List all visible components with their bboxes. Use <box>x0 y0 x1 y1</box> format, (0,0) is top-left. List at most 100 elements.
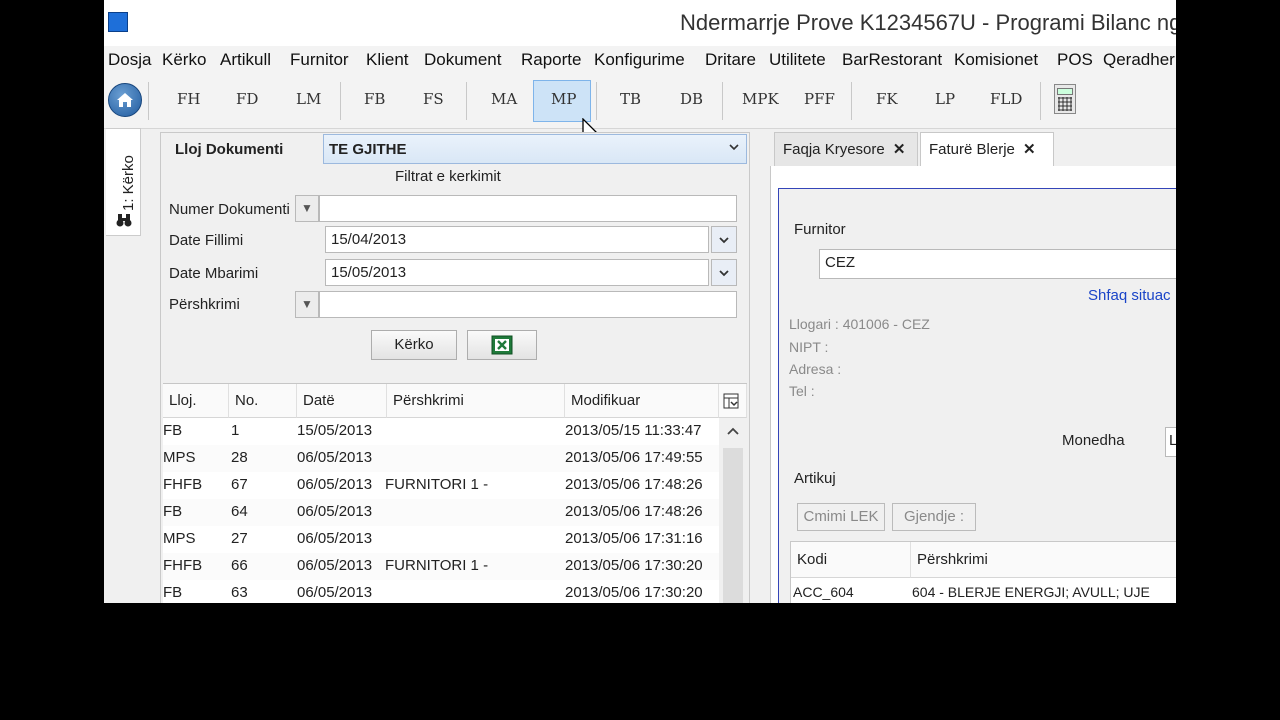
cell-date: 06/05/2013 <box>297 449 373 466</box>
table-row[interactable]: MPS 28 06/05/2013 2013/05/06 17:49:55 <box>163 445 719 472</box>
tab-fature-blerje[interactable]: Faturë Blerje ✕ <box>920 132 1054 166</box>
invoice-form: Furnitor CEZ Shfaq situac Llogari : 4010… <box>778 188 1176 603</box>
column-header-item-description[interactable]: Përshkrimi <box>911 542 1176 578</box>
toolbar-fs-button[interactable]: FS <box>423 90 444 108</box>
items-table-row[interactable]: ACC_604 604 - BLERJE ENERGJI; AVULL; UJE <box>791 578 1176 603</box>
home-button[interactable] <box>108 83 142 117</box>
start-date-picker-button[interactable] <box>711 226 737 253</box>
column-header-description[interactable]: Përshkrimi <box>387 384 565 418</box>
supplier-input[interactable]: CEZ <box>819 249 1176 279</box>
doc-type-select[interactable]: TE GJITHE <box>323 134 747 164</box>
cell-type: FHFB <box>163 476 203 493</box>
close-icon[interactable]: ✕ <box>1023 141 1036 158</box>
tab-label: Faqja Kryesore <box>783 141 885 158</box>
menu-utilitete[interactable]: Utilitete <box>769 50 826 70</box>
description-operator-dropdown[interactable]: ▼ <box>295 291 319 318</box>
application-window: Ndermarrje Prove K1234567U - Programi Bi… <box>104 0 1176 603</box>
cell-modified: 2013/05/06 17:48:26 <box>565 503 703 520</box>
end-date-label: Date Mbarimi <box>169 265 259 282</box>
menu-klient[interactable]: Klient <box>366 50 409 70</box>
currency-label: Monedha <box>1062 432 1125 449</box>
toolbar-separator <box>466 82 467 120</box>
menu-qeradhenie[interactable]: Qeradher <box>1103 50 1175 70</box>
currency-select[interactable]: L <box>1165 427 1176 457</box>
cell-date: 06/05/2013 <box>297 476 373 493</box>
table-row[interactable]: FB 1 15/05/2013 2013/05/15 11:33:47 <box>163 418 719 445</box>
menu-komisionet[interactable]: Komisionet <box>954 50 1038 70</box>
toolbar-fk-button[interactable]: FK <box>876 90 898 108</box>
tab-faqja-kryesore[interactable]: Faqja Kryesore ✕ <box>774 132 918 166</box>
column-header-number[interactable]: No. <box>229 384 297 418</box>
end-date-input[interactable]: 15/05/2013 <box>325 259 709 286</box>
export-excel-button[interactable] <box>467 330 537 360</box>
cell-type: MPS <box>163 530 196 547</box>
side-tab-label: 1: Kërko <box>120 155 137 211</box>
toolbar-separator <box>722 82 723 120</box>
menu-dosja[interactable]: Dosja <box>108 50 151 70</box>
cell-number: 28 <box>231 449 248 466</box>
cell-date: 15/05/2013 <box>297 422 373 439</box>
toolbar-ma-button[interactable]: MA <box>491 90 517 108</box>
supplier-label: Furnitor <box>794 221 846 238</box>
toolbar-tb-button[interactable]: TB <box>620 90 641 108</box>
search-button[interactable]: Kërko <box>371 330 457 360</box>
cell-number: 64 <box>231 503 248 520</box>
menu-raporte[interactable]: Raporte <box>521 50 581 70</box>
toolbar-lm-button[interactable]: LM <box>296 90 321 108</box>
menu-bar: Dosja Kërko Artikull Furnitor Klient Dok… <box>104 46 1176 74</box>
table-row[interactable]: FHFB 66 06/05/2013 FURNITORI 1 - 2013/05… <box>163 553 719 580</box>
column-header-date[interactable]: Datë <box>297 384 387 418</box>
items-table: Kodi Përshkrimi ACC_604 604 - BLERJE ENE… <box>790 541 1176 603</box>
cell-modified: 2013/05/06 17:49:55 <box>565 449 703 466</box>
toolbar-fb-button[interactable]: FB <box>364 90 385 108</box>
cell-type: MPS <box>163 449 196 466</box>
menu-furnitor[interactable]: Furnitor <box>290 50 349 70</box>
menu-dritare[interactable]: Dritare <box>705 50 756 70</box>
chevron-up-icon[interactable] <box>726 426 740 436</box>
menu-kerko[interactable]: Kërko <box>162 50 206 70</box>
toolbar-mpk-button[interactable]: MPK <box>742 90 779 108</box>
menu-dokument[interactable]: Dokument <box>424 50 501 70</box>
table-row[interactable]: MPS 27 06/05/2013 2013/05/06 17:31:16 <box>163 526 719 553</box>
column-header-type[interactable]: Lloj. <box>163 384 229 418</box>
toolbar-mp-button[interactable]: MP <box>551 90 576 108</box>
menu-artikull[interactable]: Artikull <box>220 50 271 70</box>
table-row[interactable]: FHFB 67 06/05/2013 FURNITORI 1 - 2013/05… <box>163 472 719 499</box>
start-date-input[interactable]: 15/04/2013 <box>325 226 709 253</box>
stock-button[interactable]: Gjendje : <box>892 503 976 531</box>
table-row[interactable]: FB 64 06/05/2013 2013/05/06 17:48:26 <box>163 499 719 526</box>
nipt-info: NIPT : <box>789 339 829 355</box>
side-tab-kerko[interactable]: 1: Kërko <box>106 128 141 236</box>
excel-icon <box>491 335 513 355</box>
show-situation-link[interactable]: Shfaq situac <box>1088 287 1171 304</box>
cell-type: FHFB <box>163 557 203 574</box>
end-date-picker-button[interactable] <box>711 259 737 286</box>
toolbar-lp-button[interactable]: LP <box>935 90 955 108</box>
toolbar-db-button[interactable]: DB <box>680 90 703 108</box>
close-icon[interactable]: ✕ <box>893 141 906 158</box>
menu-pos[interactable]: POS <box>1057 50 1093 70</box>
cell-modified: 2013/05/06 17:30:20 <box>565 557 703 574</box>
description-input[interactable] <box>319 291 737 318</box>
doc-number-operator-dropdown[interactable]: ▼ <box>295 195 319 222</box>
start-date-label: Date Fillimi <box>169 232 244 249</box>
toolbar-fd-button[interactable]: FD <box>236 90 258 108</box>
menu-konfigurime[interactable]: Konfigurime <box>594 50 685 70</box>
calculator-icon[interactable] <box>1054 84 1076 114</box>
price-lek-button[interactable]: Cmimi LEK <box>797 503 885 531</box>
column-header-modified[interactable]: Modifikuar <box>565 384 719 418</box>
toolbar-pff-button[interactable]: PFF <box>804 90 835 108</box>
filters-title: Filtrat e kerkimit <box>395 168 501 185</box>
scrollbar-thumb[interactable] <box>723 448 743 603</box>
menu-barrestorant[interactable]: BarRestorant <box>842 50 942 70</box>
cell-type: FB <box>163 584 183 601</box>
table-row[interactable]: FB 63 06/05/2013 2013/05/06 17:30:20 <box>163 580 719 603</box>
purchase-invoice-panel: Furnitor CEZ Shfaq situac Llogari : 4010… <box>770 166 1176 603</box>
column-chooser-button[interactable] <box>719 384 747 418</box>
table-scrollbar[interactable] <box>719 418 747 603</box>
doc-number-input[interactable] <box>319 195 737 222</box>
toolbar-separator <box>1040 82 1041 120</box>
toolbar-fh-button[interactable]: FH <box>177 90 201 108</box>
toolbar-fld-button[interactable]: FLD <box>990 90 1022 108</box>
column-header-code[interactable]: Kodi <box>791 542 911 578</box>
